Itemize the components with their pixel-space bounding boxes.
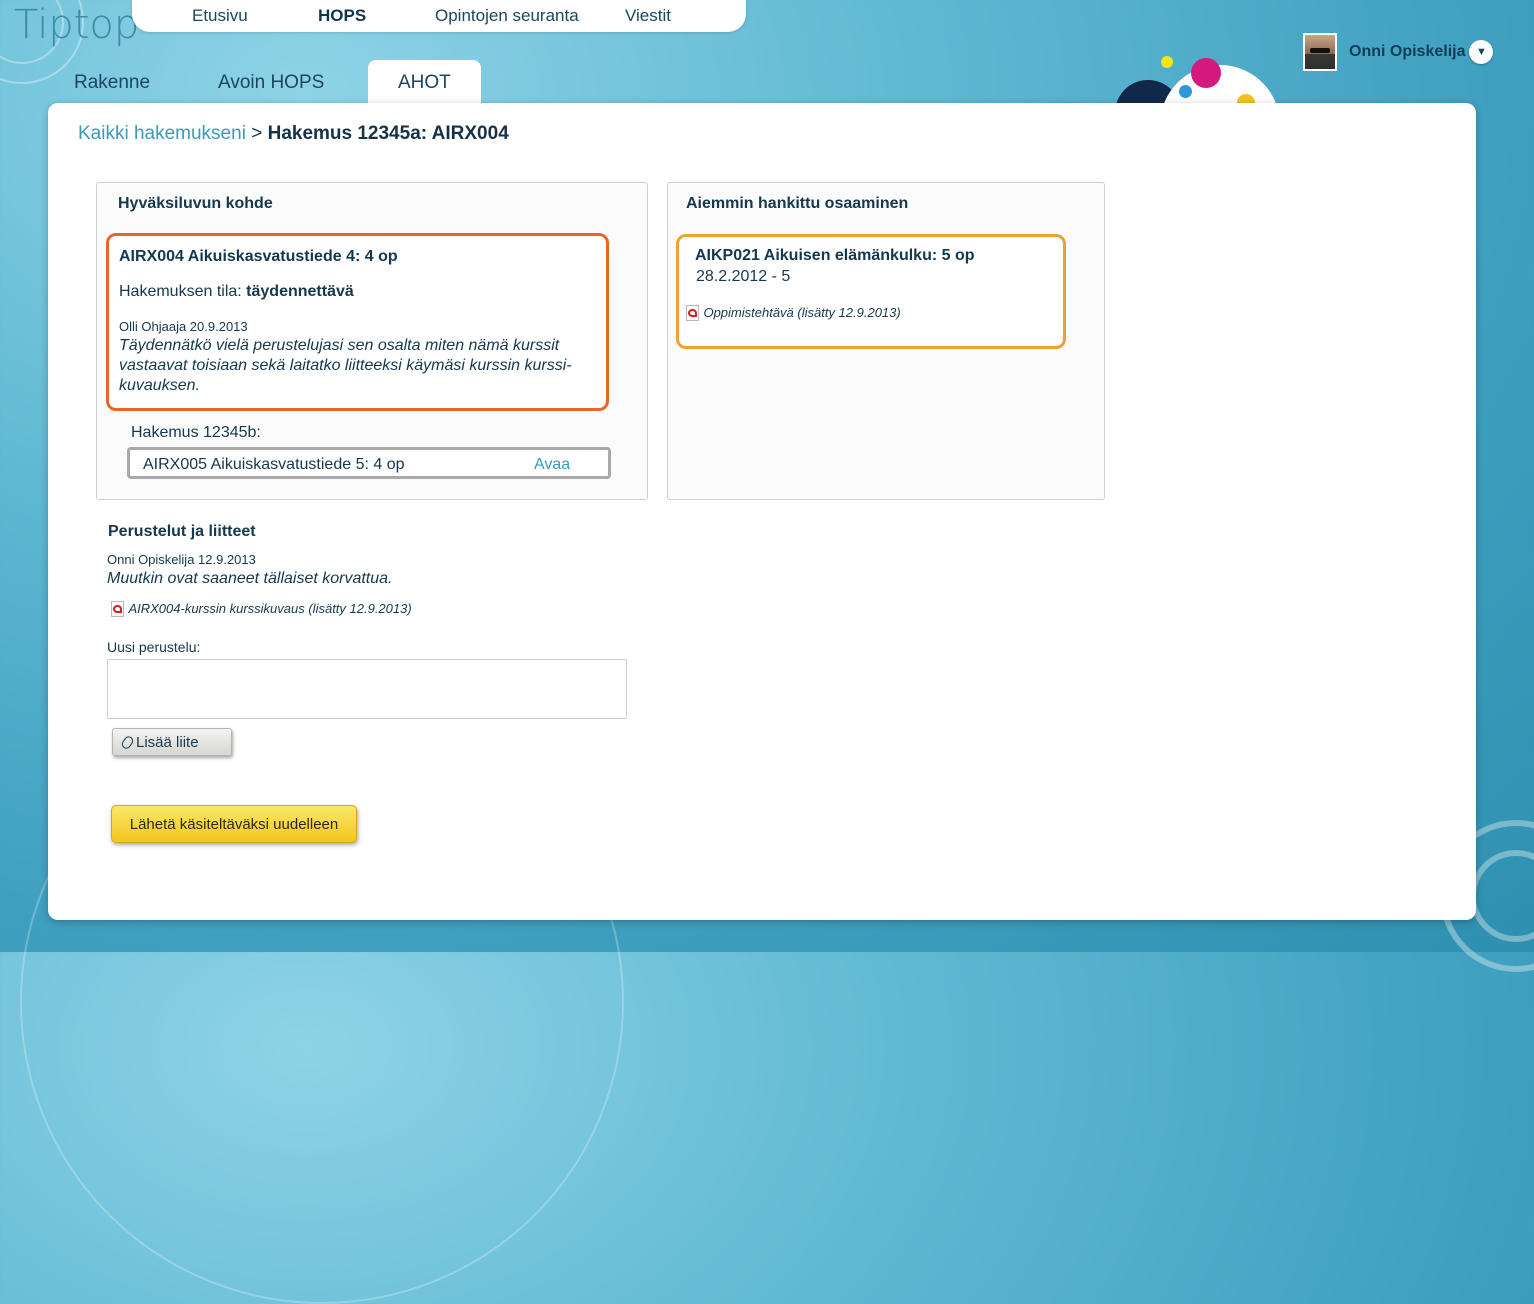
prior-attachment-link[interactable]: Oppimistehtävä (lisätty 12.9.2013) (703, 305, 900, 320)
prior-learning-panel: Aiemmin hankittu osaaminen AIKP021 Aikui… (667, 182, 1105, 500)
application-status: Hakemuksen tila: täydennettävä (119, 283, 354, 301)
user-name[interactable]: Onni Opiskelija (1349, 43, 1465, 61)
decorative-circle (1191, 58, 1221, 88)
reason-text: Muutkin ovat saaneet tällaiset korvattua… (107, 570, 393, 587)
app-logo[interactable]: Tiptop (14, 2, 139, 48)
prior-course-date-grade: 28.2.2012 - 5 (696, 268, 791, 285)
new-reason-textarea[interactable] (107, 659, 627, 719)
nav-item-viestit[interactable]: Viestit (625, 6, 671, 26)
chevron-down-icon[interactable]: ▼ (1469, 40, 1494, 64)
target-course-box: AIRX004 Aikuiskasvatustiede 4: 4 op Hake… (106, 233, 609, 411)
tab-rakenne[interactable]: Rakenne (74, 60, 150, 104)
breadcrumb-link-all-applications[interactable]: Kaikki hakemukseni (78, 123, 246, 144)
breadcrumb-current: Hakemus 12345a: AIRX004 (267, 123, 509, 144)
top-navigation: Etusivu HOPS Opintojen seuranta Viestit (132, 0, 746, 32)
pdf-icon (686, 304, 699, 321)
prior-course-title: AIKP021 Aikuisen elämänkulku: 5 op (695, 247, 975, 264)
nav-item-etusivu[interactable]: Etusivu (192, 6, 248, 26)
reasons-title: Perustelut ja liitteet (108, 523, 256, 540)
related-course-name: AIRX005 Aikuiskasvatustiede 5: 4 op (143, 456, 405, 473)
breadcrumb-separator: > (251, 123, 263, 144)
tab-ahot[interactable]: AHOT (368, 60, 481, 104)
open-related-link[interactable]: Avaa (534, 456, 570, 474)
related-application-box: AIRX005 Aikuiskasvatustiede 5: 4 op Avaa (127, 447, 611, 479)
breadcrumb: Kaikki hakemukseni > Hakemus 12345a: AIR… (78, 123, 509, 145)
tab-avoin-hops[interactable]: Avoin HOPS (218, 60, 324, 104)
target-course-title: AIRX004 Aikuiskasvatustiede 4: 4 op (119, 248, 398, 265)
main-content-card: Kaikki hakemukseni > Hakemus 12345a: AIR… (48, 103, 1476, 920)
status-value: täydennettävä (246, 283, 354, 300)
avatar-glasses (1310, 48, 1330, 53)
resubmit-button[interactable]: Lähetä käsiteltäväksi uudelleen (111, 805, 357, 843)
related-application-label: Hakemus 12345b: (131, 424, 261, 441)
add-attachment-label: Lisää liite (136, 733, 199, 751)
nav-item-opintojen-seuranta[interactable]: Opintojen seuranta (435, 6, 579, 26)
user-menu-area: Onni Opiskelija ▼ (1303, 31, 1494, 73)
nav-item-hops[interactable]: HOPS (318, 6, 366, 26)
reason-attachment-link[interactable]: AIRX004-kurssin kurssikuvaus (lisätty 12… (128, 601, 411, 616)
prior-learning-title: Aiemmin hankittu osaaminen (686, 195, 909, 212)
paperclip-icon (120, 734, 135, 750)
avatar[interactable] (1303, 33, 1337, 71)
prior-attachment[interactable]: Oppimistehtävä (lisätty 12.9.2013) (686, 304, 901, 322)
add-attachment-button[interactable]: Lisää liite (112, 728, 232, 756)
target-panel-title: Hyväksiluvun kohde (118, 195, 273, 212)
comment-text: Täydennätkö vielä perustelujasi sen osal… (119, 337, 572, 394)
decorative-circle (1161, 56, 1173, 68)
new-reason-label: Uusi perustelu: (107, 639, 201, 655)
target-panel: Hyväksiluvun kohde AIRX004 Aikuiskasvatu… (96, 182, 648, 500)
decorative-circle (1179, 85, 1192, 98)
status-label: Hakemuksen tila: (119, 283, 242, 300)
pdf-icon (111, 600, 124, 617)
comment-author: Olli Ohjaaja 20.9.2013 (119, 319, 248, 334)
reason-author: Onni Opiskelija 12.9.2013 (107, 552, 256, 567)
prior-course-box: AIKP021 Aikuisen elämänkulku: 5 op 28.2.… (676, 234, 1066, 349)
reason-attachment[interactable]: AIRX004-kurssin kurssikuvaus (lisätty 12… (111, 600, 412, 618)
